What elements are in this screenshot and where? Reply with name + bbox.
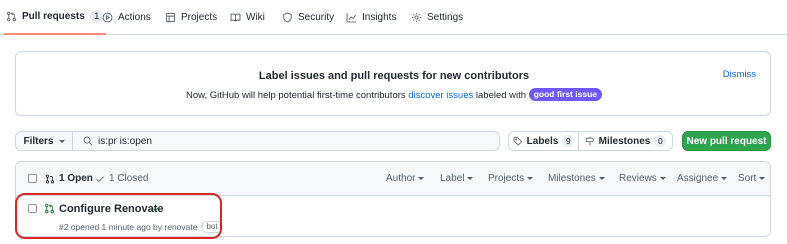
tab-settings[interactable]: Settings	[411, 0, 463, 35]
book-icon	[230, 13, 241, 22]
milestones-filter[interactable]: Milestones	[548, 173, 605, 184]
closed-count-label: 1 Closed	[109, 173, 149, 184]
tab-label: Projects	[181, 12, 218, 23]
filters-label: Filters	[23, 135, 54, 147]
tab-label: Security	[298, 12, 335, 23]
good-first-issue-label[interactable]: good first issue	[528, 88, 602, 101]
graph-icon	[346, 13, 356, 23]
filter-bar: Filters	[15, 131, 500, 151]
repo-nav: Pull requests 1 Actions Projects Wiki Se…	[0, 0, 787, 35]
milestones-button[interactable]: Milestones 0	[579, 132, 672, 150]
chevron-down-icon	[598, 177, 605, 180]
new-pull-request-button[interactable]: New pull request	[682, 131, 771, 151]
labels-button[interactable]: Labels 9	[509, 132, 579, 150]
reviews-filter[interactable]: Reviews	[619, 173, 666, 184]
projects-label: Projects	[488, 173, 525, 184]
chevron-down-icon	[527, 177, 534, 180]
check-icon[interactable]	[152, 204, 161, 213]
labels-count: 9	[562, 135, 575, 147]
open-filter[interactable]: 1 Open	[45, 173, 93, 184]
gear-icon	[412, 13, 421, 22]
tab-wiki[interactable]: Wiki	[230, 0, 265, 35]
author-filter[interactable]: Author	[386, 173, 425, 184]
chevron-down-icon	[418, 177, 425, 180]
search-wrapper	[73, 132, 499, 150]
row-checkbox[interactable]	[28, 204, 37, 213]
tab-label: Insights	[362, 12, 397, 23]
search-input[interactable]	[98, 135, 498, 147]
milestone-icon	[585, 136, 594, 146]
select-all-checkbox[interactable]	[28, 174, 37, 183]
chevron-down-icon	[721, 177, 728, 180]
table-icon	[165, 12, 176, 23]
tag-icon	[513, 136, 522, 146]
assignee-label: Assignee	[677, 173, 719, 184]
author-label: Author	[386, 173, 416, 184]
pr-meta-text: #2 opened 1 minute ago by renovate	[59, 222, 198, 232]
search-icon	[83, 136, 93, 146]
banner-text: Now, GitHub will help potential first-ti…	[16, 88, 772, 101]
new-contributors-banner: Label issues and pull requests for new c…	[15, 51, 771, 116]
tab-projects[interactable]: Projects	[165, 0, 217, 35]
check-icon	[96, 176, 104, 182]
projects-filter[interactable]: Projects	[488, 173, 534, 184]
closed-filter[interactable]: 1 Closed	[95, 173, 148, 184]
chevron-down-icon	[467, 177, 474, 180]
reviews-label: Reviews	[619, 173, 657, 184]
pr-meta: #2 opened 1 minute ago by renovate bot	[59, 221, 223, 233]
git-pull-request-icon	[45, 174, 55, 183]
play-icon	[102, 12, 113, 23]
tab-label: Pull requests	[22, 11, 85, 22]
milestones-count: 0	[654, 135, 667, 147]
labels-label: Labels	[526, 135, 559, 147]
milestones-label: Milestones	[598, 135, 651, 147]
sort-filter[interactable]: Sort	[738, 173, 766, 184]
discover-issues-link[interactable]: discover issues	[408, 90, 473, 101]
label-label: Label	[440, 173, 465, 184]
dismiss-button[interactable]: Dismiss	[723, 69, 756, 80]
tab-label: Actions	[118, 12, 151, 23]
banner-text-before: Now, GitHub will help potential first-ti…	[186, 90, 406, 101]
list-header: 1 Open 1 Closed Author Label Projects Mi…	[16, 162, 770, 196]
assignee-filter[interactable]: Assignee	[677, 173, 728, 184]
git-pull-request-icon	[7, 11, 16, 22]
tab-pull-requests[interactable]: Pull requests 1	[4, 0, 106, 35]
tab-label: Wiki	[246, 12, 265, 23]
tab-actions[interactable]: Actions	[102, 0, 151, 35]
bot-badge: bot	[201, 221, 223, 233]
labels-milestones-group: Labels 9 Milestones 0	[508, 131, 673, 151]
sort-label: Sort	[738, 173, 757, 184]
filters-button[interactable]: Filters	[16, 132, 73, 150]
pr-title-link[interactable]: Configure Renovate	[59, 203, 164, 215]
milestones-filter-label: Milestones	[548, 173, 596, 184]
banner-title: Label issues and pull requests for new c…	[258, 70, 530, 82]
open-count-label: 1 Open	[59, 173, 93, 184]
label-filter[interactable]: Label	[440, 173, 474, 184]
tab-insights[interactable]: Insights	[346, 0, 396, 35]
chevron-down-icon	[759, 177, 766, 180]
tab-security[interactable]: Security	[282, 0, 334, 35]
tab-label: Settings	[427, 12, 464, 23]
git-pull-request-open-icon	[45, 203, 54, 214]
chevron-down-icon	[58, 139, 65, 143]
chevron-down-icon	[659, 177, 666, 180]
list-item[interactable]: Configure Renovate #2 opened 1 minute ag…	[16, 196, 770, 236]
banner-text-after: labeled with	[475, 90, 527, 101]
shield-icon	[283, 12, 292, 23]
pull-request-list: 1 Open 1 Closed Author Label Projects Mi…	[15, 161, 771, 237]
